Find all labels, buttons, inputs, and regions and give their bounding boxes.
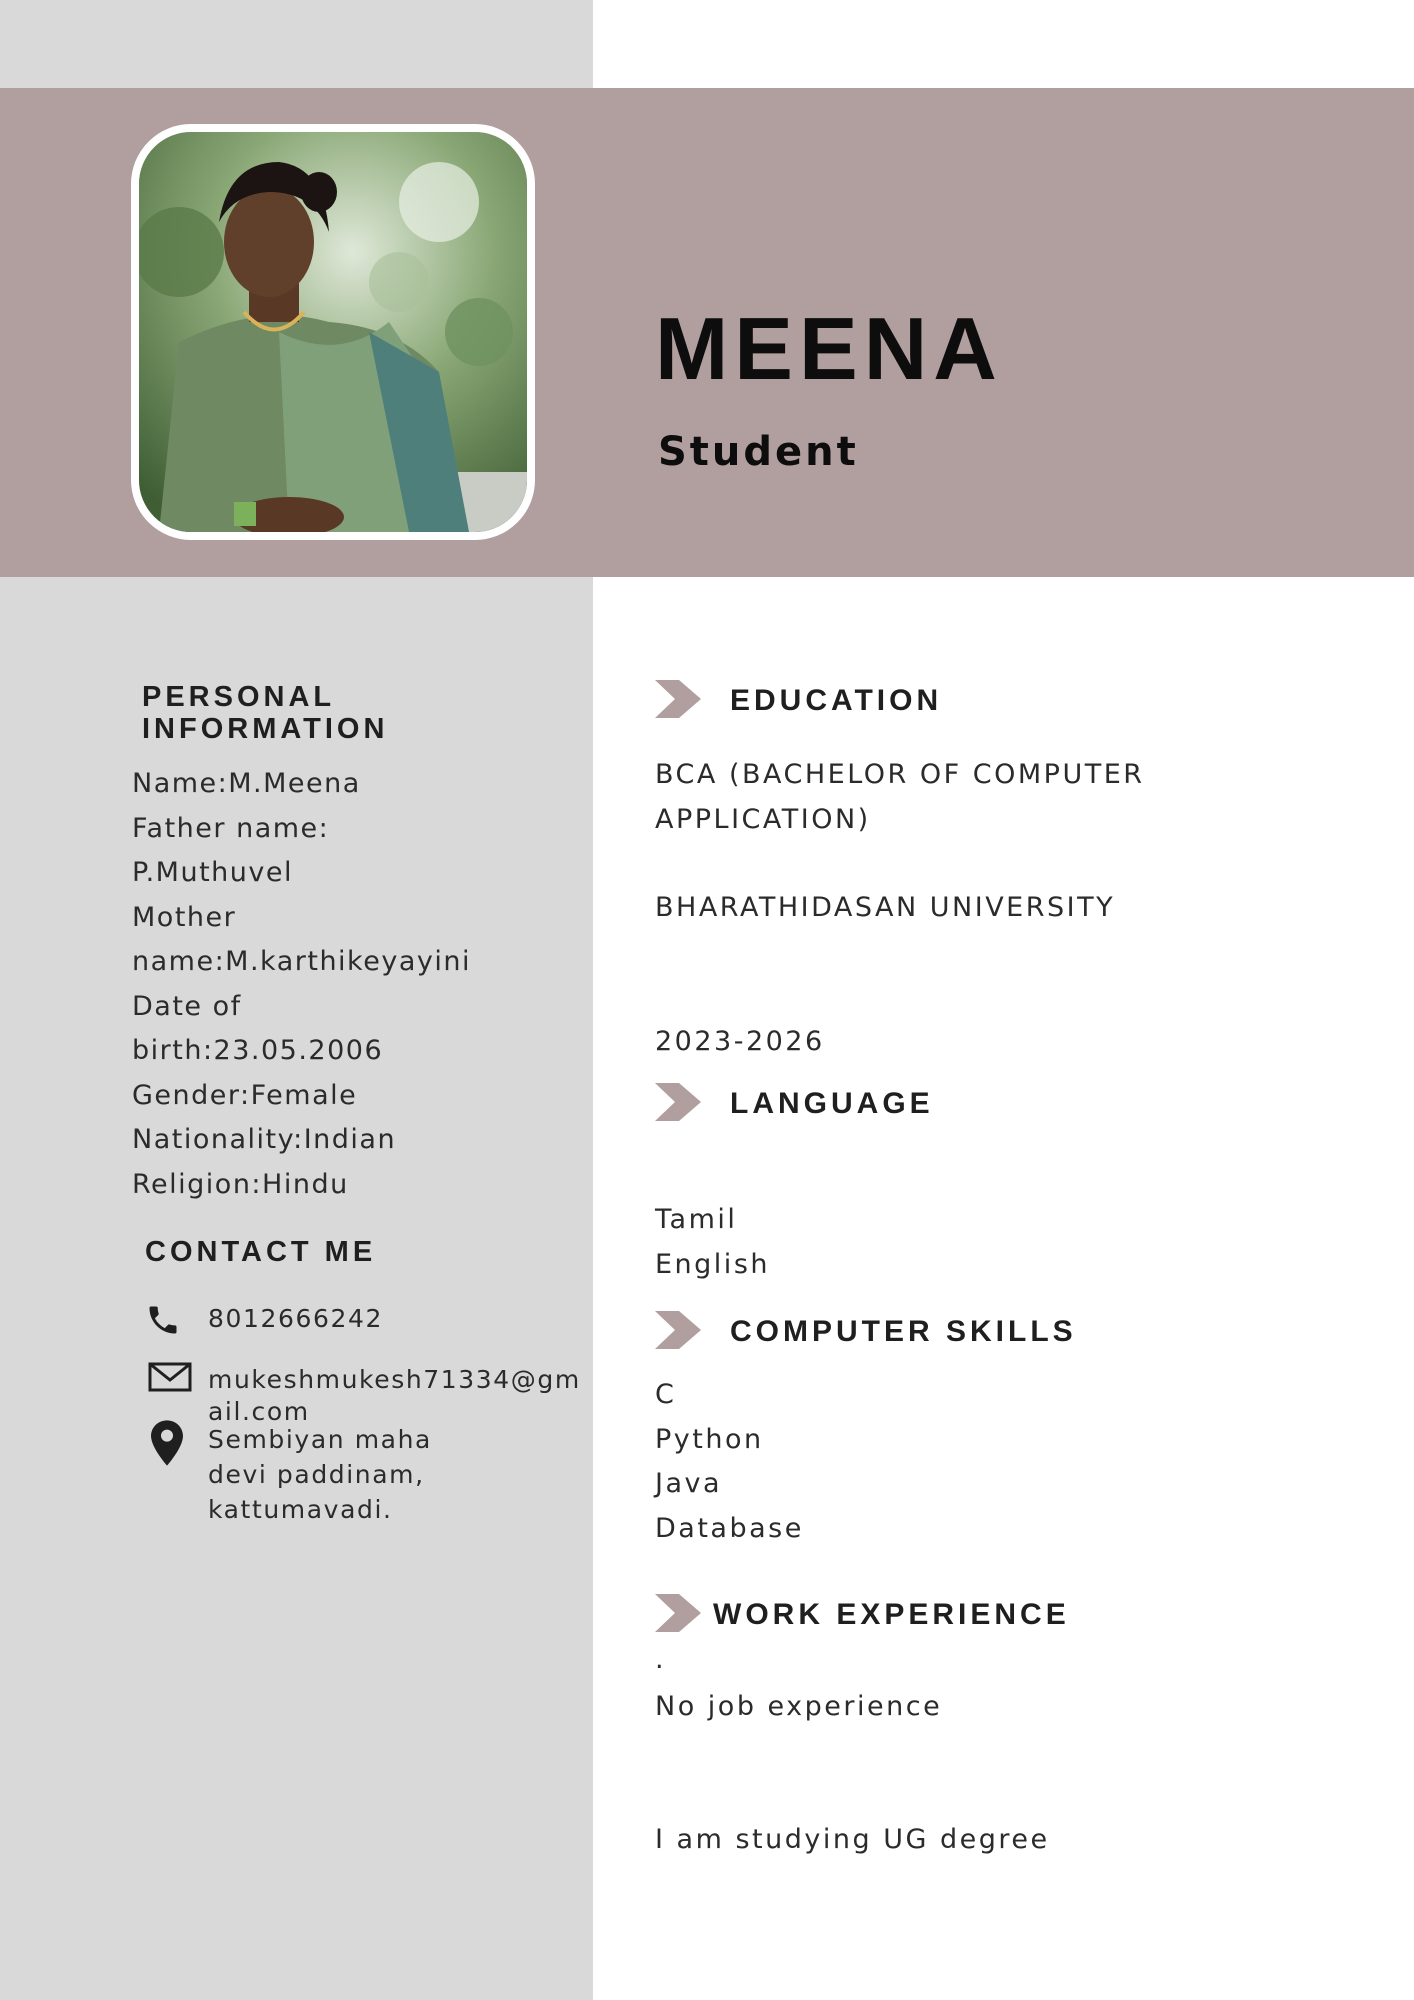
personal-info-item: Nationality:Indian [132, 1124, 397, 1155]
profile-photo [131, 124, 535, 540]
skills-title: COMPUTER SKILLS [730, 1315, 1077, 1348]
education-degree: BCA (BACHELOR OF COMPUTER APPLICATION) [655, 753, 1145, 842]
contact-heading: CONTACT ME [145, 1236, 377, 1268]
chevron-arrow-icon [655, 680, 701, 718]
language-title: LANGUAGE [730, 1087, 934, 1120]
email-address: mukeshmukesh71334@gm ail.com [208, 1364, 581, 1428]
personal-info-item: Religion:Hindu [132, 1168, 349, 1200]
phone-number: 8012666242 [208, 1304, 384, 1333]
personal-info-list: Name:M.Meena Father name: P.Muthuvel Mot… [132, 762, 582, 1207]
address-line-2: devi paddinam, [208, 1460, 425, 1489]
language-list: Tamil English [655, 1198, 770, 1287]
envelope-icon [148, 1362, 192, 1392]
work-line-2: I am studying UG degree [655, 1824, 1050, 1855]
personal-info-item: Date of [132, 990, 242, 1022]
skill-item: Python [655, 1423, 764, 1455]
skill-item: Database [655, 1512, 804, 1544]
personal-info-item: Mother [132, 901, 237, 933]
chevron-arrow-icon [655, 1311, 701, 1349]
personal-info-heading: PERSONAL INFORMATION [142, 681, 388, 745]
personal-info-item: Name:M.Meena [132, 768, 361, 799]
personal-info-heading-line1: PERSONAL [142, 681, 336, 713]
degree-line-1: BCA (BACHELOR OF COMPUTER [655, 759, 1145, 790]
language-item: Tamil [655, 1204, 738, 1235]
personal-info-item: P.Muthuvel [132, 857, 293, 888]
education-title: EDUCATION [730, 684, 943, 717]
education-university: BHARATHIDASAN UNIVERSITY [655, 892, 1116, 923]
email-line-1: mukeshmukesh71334@gm [208, 1365, 581, 1394]
profile-photo-illustration [139, 132, 527, 532]
phone-icon [149, 1306, 177, 1334]
skill-item: C [655, 1379, 677, 1410]
candidate-role: Student [658, 429, 859, 475]
work-dot: . [655, 1644, 667, 1675]
map-pin-icon [151, 1420, 183, 1466]
address-line-3: kattumavadi. [208, 1495, 393, 1524]
work-line-1: No job experience [655, 1691, 943, 1722]
address-line-1: Sembiyan maha [208, 1425, 432, 1454]
candidate-name: MEENA [655, 299, 1003, 398]
personal-info-item: birth:23.05.2006 [132, 1035, 384, 1066]
chevron-arrow-icon [655, 1083, 701, 1121]
personal-info-heading-line2: INFORMATION [142, 713, 389, 745]
work-title: WORK EXPERIENCE [713, 1598, 1070, 1631]
personal-info-item: Father name: [132, 812, 330, 844]
degree-line-2: APPLICATION) [655, 803, 871, 835]
skill-item: Java [655, 1468, 723, 1499]
skills-list: C Python Java Database [655, 1373, 804, 1551]
chevron-arrow-icon [655, 1594, 701, 1632]
education-years: 2023-2026 [655, 1026, 825, 1057]
personal-info-item: name:M.karthikeyayini [132, 946, 471, 977]
personal-info-item: Gender:Female [132, 1079, 358, 1111]
language-item: English [655, 1248, 770, 1280]
address-text: Sembiyan maha devi paddinam, kattumavadi… [208, 1422, 432, 1527]
